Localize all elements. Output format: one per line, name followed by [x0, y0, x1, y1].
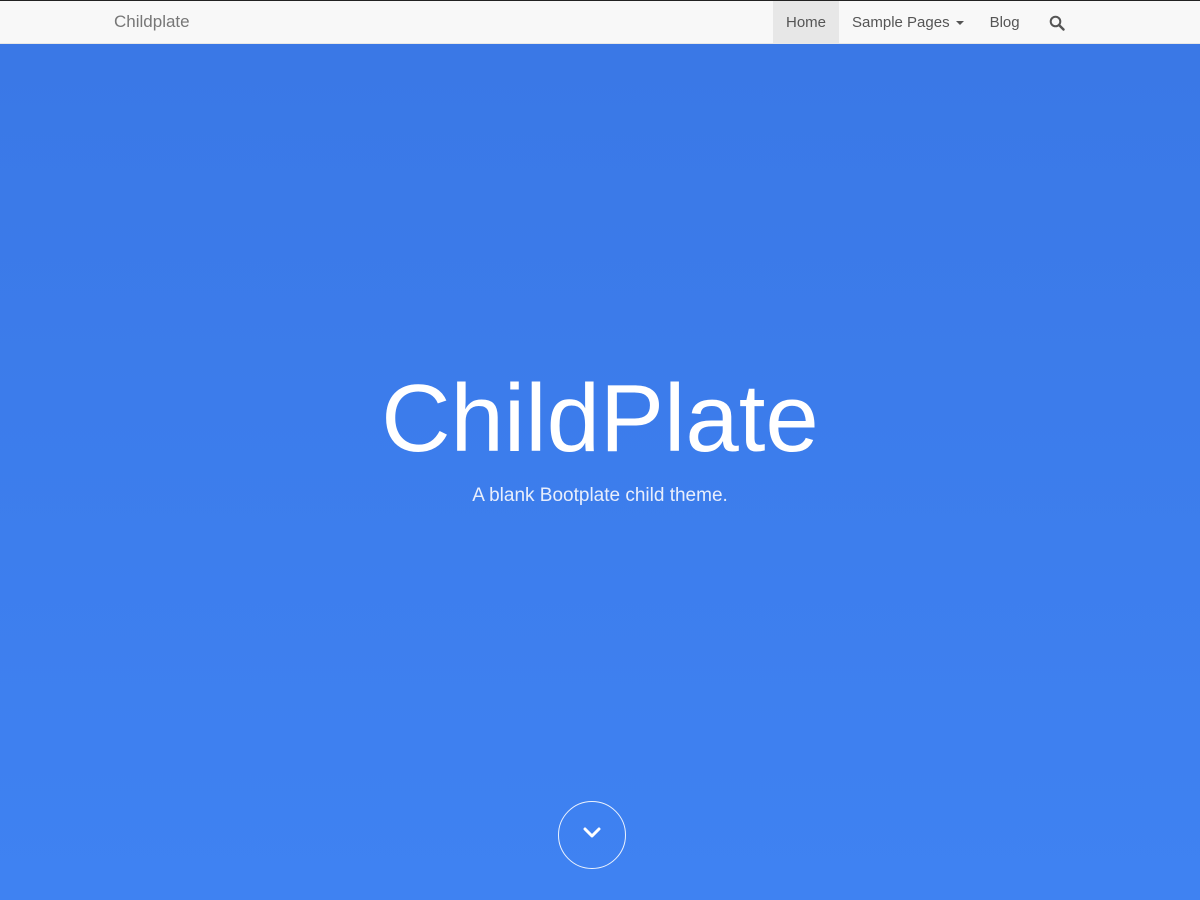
- nav-item-sample-pages[interactable]: Sample Pages: [839, 1, 977, 44]
- search-button[interactable]: [1033, 1, 1081, 44]
- nav-item-home-label: Home: [786, 13, 827, 31]
- caret-down-icon: [955, 20, 964, 25]
- hero-subtitle: A blank Bootplate child theme.: [472, 485, 728, 506]
- chevron-down-icon: [583, 826, 601, 844]
- nav-item-blog-label: Blog: [989, 13, 1020, 31]
- nav-item-home[interactable]: Home: [773, 1, 840, 44]
- hero-section: ChildPlate A blank Bootplate child theme…: [0, 44, 1200, 900]
- site-brand-link[interactable]: Childplate: [114, 1, 190, 44]
- hero-title: ChildPlate: [381, 365, 819, 472]
- main-nav: Home Sample Pages Blog: [773, 1, 1081, 44]
- nav-item-blog[interactable]: Blog: [977, 1, 1033, 44]
- top-navbar: Childplate Home Sample Pages Blog: [0, 0, 1200, 44]
- scroll-down-button[interactable]: [558, 801, 626, 869]
- nav-item-sample-pages-label: Sample Pages: [852, 13, 950, 31]
- search-icon: [1049, 15, 1065, 31]
